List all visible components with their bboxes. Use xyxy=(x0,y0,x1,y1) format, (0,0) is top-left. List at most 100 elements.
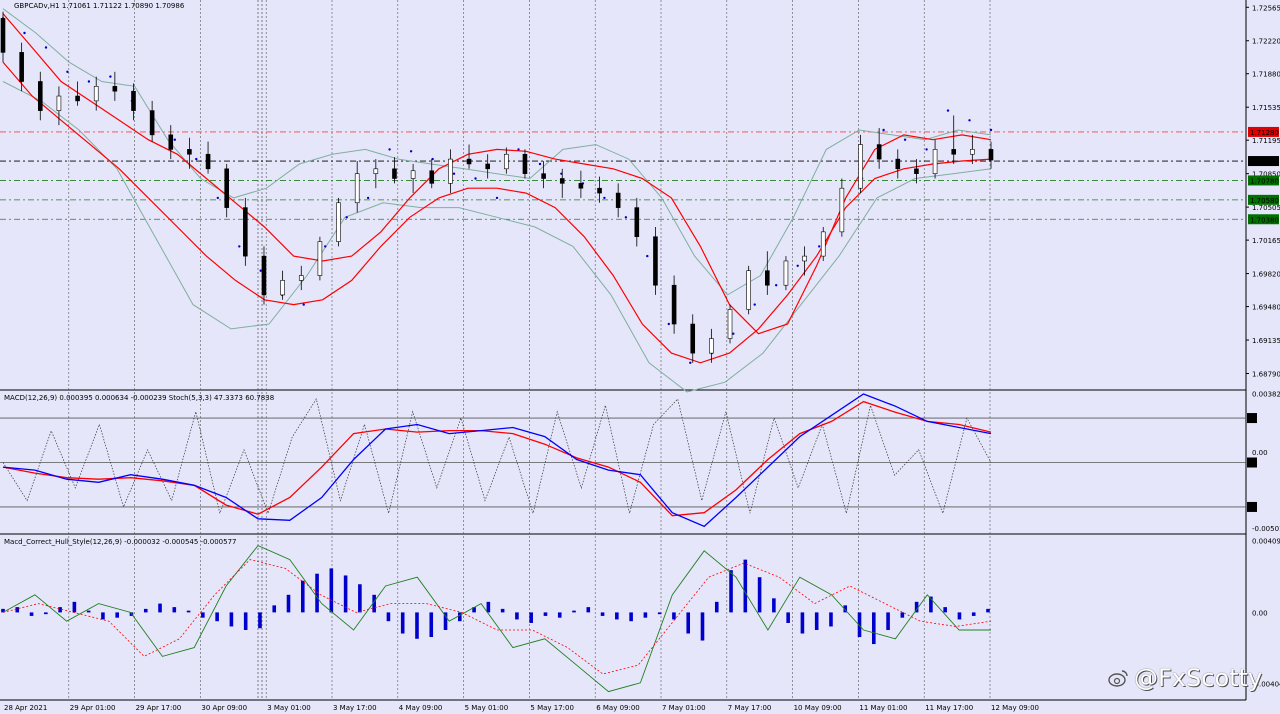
y-tick-label: 1.71195 xyxy=(1252,137,1280,145)
histogram-bar xyxy=(772,598,776,613)
candle-body xyxy=(187,149,192,155)
histogram-bar xyxy=(486,601,491,613)
y-tick-label: 1.71535 xyxy=(1252,104,1280,112)
histogram-bar xyxy=(800,612,805,634)
level-label: 1.71280 xyxy=(1250,129,1279,137)
candle-body xyxy=(336,202,341,242)
x-tick-label: 29 Apr 17:00 xyxy=(136,704,182,712)
sar-dot xyxy=(818,245,821,248)
histogram-bar xyxy=(15,607,20,613)
sar-dot xyxy=(689,361,692,364)
y-tick-label: 0.00 xyxy=(1252,609,1268,617)
candle-body xyxy=(112,86,118,92)
chart-canvas: 28 Apr 2021 29 Apr 01:00 29 Apr 17:00 30 Ap… xyxy=(0,0,1280,714)
sar-dot xyxy=(216,196,219,200)
candle-body xyxy=(820,231,826,257)
candle xyxy=(243,197,248,266)
histogram-bar xyxy=(243,612,248,630)
candle-body xyxy=(19,52,24,82)
candle-body xyxy=(37,81,43,111)
histogram-bar xyxy=(629,612,633,622)
histogram-bar xyxy=(415,612,419,639)
candle-body xyxy=(93,86,99,102)
candle xyxy=(727,304,733,344)
histogram-bar xyxy=(657,612,662,615)
histogram-bar xyxy=(900,612,905,618)
candle-body xyxy=(261,255,267,296)
stoch-level-label: 85 xyxy=(1248,415,1257,423)
y-tick-label: 1.69480 xyxy=(1252,304,1280,312)
candle-body xyxy=(709,338,714,354)
sar-dot xyxy=(388,148,391,151)
histogram-bar xyxy=(943,607,947,613)
candle-body xyxy=(541,173,546,179)
x-tick-label: 4 May 09:00 xyxy=(399,704,443,712)
histogram-bar xyxy=(871,612,876,645)
sar-dot xyxy=(989,128,993,132)
candle-body xyxy=(168,134,174,150)
candle-body xyxy=(504,153,509,170)
histogram-bar xyxy=(886,612,890,630)
x-tick-label: 7 May 17:00 xyxy=(728,704,772,712)
candle-body xyxy=(839,187,845,233)
histogram-bar xyxy=(400,612,405,634)
histogram-bar xyxy=(786,612,790,623)
stoch-level-label: 50 xyxy=(1248,460,1257,468)
candle-body xyxy=(131,90,136,111)
sar-dot xyxy=(238,245,241,248)
candle-body xyxy=(932,149,938,174)
histogram-bar xyxy=(186,610,191,613)
histogram-bar xyxy=(158,603,162,613)
candle-body xyxy=(317,241,323,276)
sar-dot xyxy=(903,138,907,141)
macd-panel-title: MACD(12,26,9) 0.000395 0.000634 -0.00023… xyxy=(4,394,274,402)
histogram-bar xyxy=(543,612,548,616)
candle xyxy=(820,227,826,261)
histogram-bar xyxy=(757,577,762,613)
candle-body xyxy=(653,236,658,286)
y-tick-label: 1.70165 xyxy=(1252,237,1280,245)
candle-body xyxy=(970,149,975,155)
sar-dot xyxy=(474,177,477,180)
sar-dot xyxy=(667,322,670,326)
histogram-bar xyxy=(643,612,648,618)
candle-body xyxy=(914,168,919,174)
histogram-bar xyxy=(672,612,676,620)
sar-dot xyxy=(366,196,370,200)
candle-body xyxy=(876,144,882,160)
histogram-bar xyxy=(44,612,48,615)
histogram-bar xyxy=(429,612,434,638)
sar-dot xyxy=(87,80,91,83)
x-tick-label: 6 May 09:00 xyxy=(596,704,640,712)
y-tick-label: 1.69135 xyxy=(1252,337,1280,345)
sar-dot xyxy=(44,46,48,49)
candle-body xyxy=(0,18,6,53)
candle-body xyxy=(75,95,80,102)
candle-body xyxy=(765,270,770,286)
sar-dot xyxy=(775,284,778,287)
candle-body xyxy=(690,323,696,354)
sar-dot xyxy=(968,119,971,122)
y-tick-label: 1.70505 xyxy=(1252,204,1280,212)
histogram-bar xyxy=(286,594,291,613)
sar-dot xyxy=(195,157,198,161)
sar-dot xyxy=(345,216,348,219)
candle-body xyxy=(56,95,62,111)
candle xyxy=(746,265,751,315)
histogram-bar xyxy=(986,608,990,613)
histogram-bar xyxy=(300,580,305,613)
x-tick-label: 5 May 17:00 xyxy=(530,704,574,712)
candle-body xyxy=(671,284,677,325)
hull-panel-title: Macd_Correct_Hull_Style(12,26,9) -0.0000… xyxy=(4,538,236,546)
weibo-icon xyxy=(1108,670,1128,687)
candle-body xyxy=(783,260,789,286)
candle-body xyxy=(727,309,733,339)
candle-body xyxy=(895,158,901,170)
sar-dot xyxy=(646,254,649,258)
watermark-text: @FxScotty xyxy=(1134,664,1263,692)
sar-dot xyxy=(925,148,928,151)
x-tick-label: 28 Apr 2021 xyxy=(4,704,47,712)
histogram-bar xyxy=(957,612,962,620)
histogram-bar xyxy=(229,612,234,627)
histogram-bar xyxy=(315,573,319,613)
